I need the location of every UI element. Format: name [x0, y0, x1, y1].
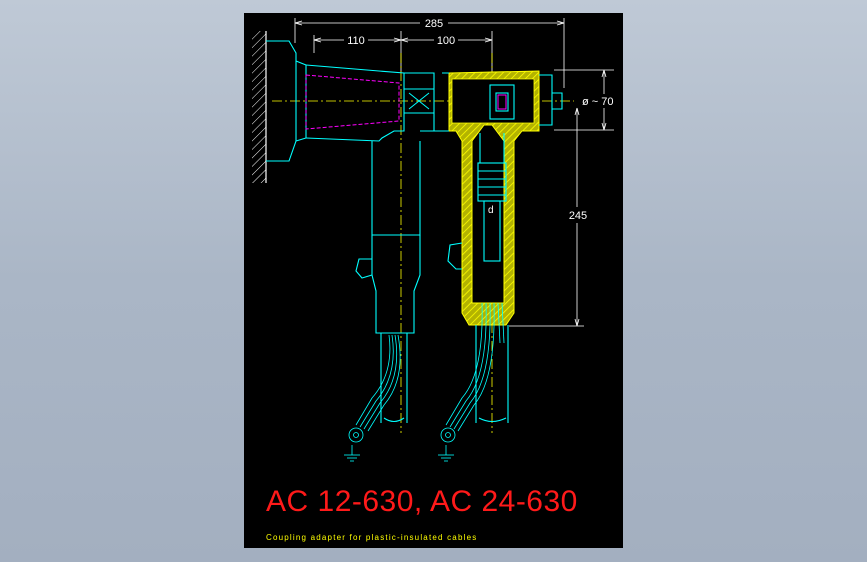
wall-mounting [252, 31, 267, 183]
dim-height: 245 [569, 210, 587, 222]
dim-overall-width: 285 [425, 18, 443, 30]
right-cable-braid [438, 302, 505, 462]
dim-diameter: ø ~ 70 [582, 96, 614, 108]
technical-drawing: 285 110 100 245 ø ~ 70 d [252, 16, 623, 462]
drawing-title: AC 12-630, AC 24-630 [266, 485, 578, 518]
drawing-subtitle: Coupling adapter for plastic-insulated c… [266, 533, 478, 542]
right-connector-section [448, 70, 540, 326]
dimension-lines [294, 18, 614, 327]
label-d: d [488, 205, 494, 216]
drawing-sheet: 285 110 100 245 ø ~ 70 d AC 12-630, AC 2… [244, 13, 623, 548]
dim-right-span: 100 [437, 35, 455, 47]
dim-left-span: 110 [347, 35, 365, 47]
left-cable-braid [344, 334, 401, 462]
left-insert [305, 74, 400, 130]
